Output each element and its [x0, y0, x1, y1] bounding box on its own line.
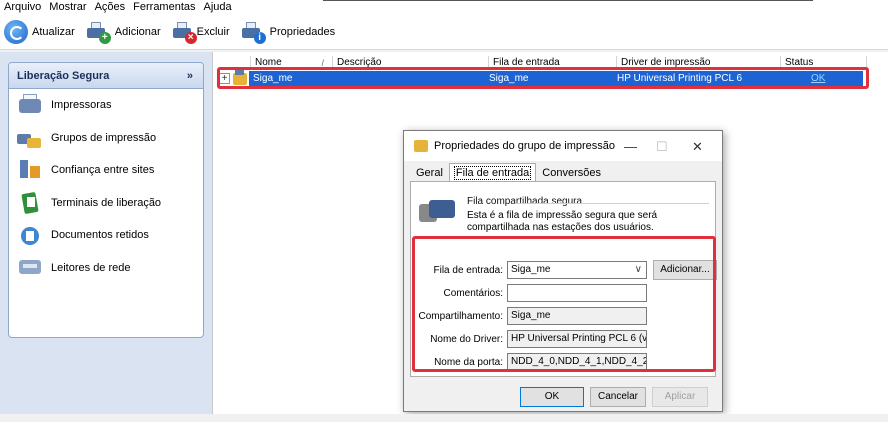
secure-release-group: Liberação Segura » Impressoras Grupos de…	[8, 62, 204, 338]
add-label: Adicionar	[114, 25, 161, 38]
add-printer-icon: +	[85, 20, 111, 44]
add-button[interactable]: + Adicionar	[85, 17, 161, 47]
refresh-icon	[4, 19, 28, 44]
ok-button[interactable]: OK	[520, 387, 584, 407]
highlight-form-outline	[412, 236, 716, 372]
refresh-label: Atualizar	[32, 25, 75, 38]
collapse-chevron-icon[interactable]: »	[187, 70, 193, 82]
delete-label: Excluir	[196, 25, 230, 38]
secure-release-header[interactable]: Liberação Segura »	[9, 63, 203, 89]
tab-conversoes[interactable]: Conversões	[536, 163, 607, 181]
status-bar	[0, 414, 888, 422]
tab-fila-de-entrada[interactable]: Fila de entrada	[448, 163, 537, 181]
close-icon[interactable]: ✕	[692, 139, 703, 155]
info-title: Fila compartilhada segura	[467, 196, 583, 207]
menu-bar: Arquivo Mostrar Ações Ferramentas Ajuda	[0, 0, 888, 14]
sidebar-item-confianca-entre-sites[interactable]: Confiança entre sites	[9, 154, 203, 187]
tab-geral[interactable]: Geral	[410, 163, 449, 181]
sidebar-item-label: Impressoras	[51, 99, 112, 112]
menu-acoes[interactable]: Ações	[91, 0, 130, 14]
minimize-icon[interactable]: —	[624, 139, 637, 154]
dialog-tabs: Geral Fila de entrada Conversões	[410, 163, 607, 181]
network-reader-icon	[17, 256, 43, 280]
highlight-row-outline	[217, 67, 869, 89]
apply-button: Aplicar	[652, 387, 708, 407]
properties-button[interactable]: i Propriedades	[240, 17, 335, 47]
sidebar-item-impressoras[interactable]: Impressoras	[9, 89, 203, 122]
dialog-title: Propriedades do grupo de impressão	[434, 140, 616, 152]
cancel-button[interactable]: Cancelar	[590, 387, 646, 407]
site-trust-icon	[17, 158, 43, 182]
sidebar-item-terminais-de-liberacao[interactable]: Terminais de liberação	[9, 187, 203, 220]
printer-icon	[17, 93, 43, 117]
sidebar-item-documentos-retidos[interactable]: Documentos retidos	[9, 219, 203, 252]
sidebar-item-leitores-de-rede[interactable]: Leitores de rede	[9, 252, 203, 285]
secure-queue-icon	[417, 196, 457, 226]
dialog-titlebar[interactable]: Propriedades do grupo de impressão — ☐ ✕	[404, 131, 722, 161]
release-terminal-icon	[17, 191, 43, 215]
menu-mostrar[interactable]: Mostrar	[45, 0, 90, 14]
sidebar-item-label: Leitores de rede	[51, 261, 131, 274]
menu-ferramentas[interactable]: Ferramentas	[129, 0, 199, 14]
sidebar-item-label: Documentos retidos	[51, 229, 149, 242]
maximize-icon: ☐	[656, 139, 668, 154]
secure-release-title: Liberação Segura	[17, 69, 110, 82]
sidebar-item-label: Terminais de liberação	[51, 196, 162, 209]
navigation-panel: Liberação Segura » Impressoras Grupos de…	[0, 52, 212, 422]
window-edge-line	[323, 0, 813, 1]
print-group-icon	[414, 140, 428, 152]
toolbar: Atualizar + Adicionar × Excluir i Propri…	[0, 14, 888, 50]
refresh-button[interactable]: Atualizar	[4, 17, 75, 47]
info-description: Esta é a fila de impressão segura que se…	[467, 210, 658, 233]
sidebar-item-label: Grupos de impressão	[51, 131, 157, 144]
retained-documents-icon	[17, 223, 43, 247]
delete-button[interactable]: × Excluir	[171, 17, 230, 47]
sidebar-item-label: Confiança entre sites	[51, 164, 155, 177]
properties-label: Propriedades	[269, 25, 336, 38]
info-divider	[515, 203, 709, 204]
print-group-icon	[17, 126, 43, 150]
sidebar-item-grupos-de-impressao[interactable]: Grupos de impressão	[9, 122, 203, 155]
menu-ajuda[interactable]: Ajuda	[200, 0, 236, 14]
properties-printer-icon: i	[240, 20, 266, 44]
menu-arquivo[interactable]: Arquivo	[0, 0, 45, 14]
delete-printer-icon: ×	[171, 20, 197, 44]
